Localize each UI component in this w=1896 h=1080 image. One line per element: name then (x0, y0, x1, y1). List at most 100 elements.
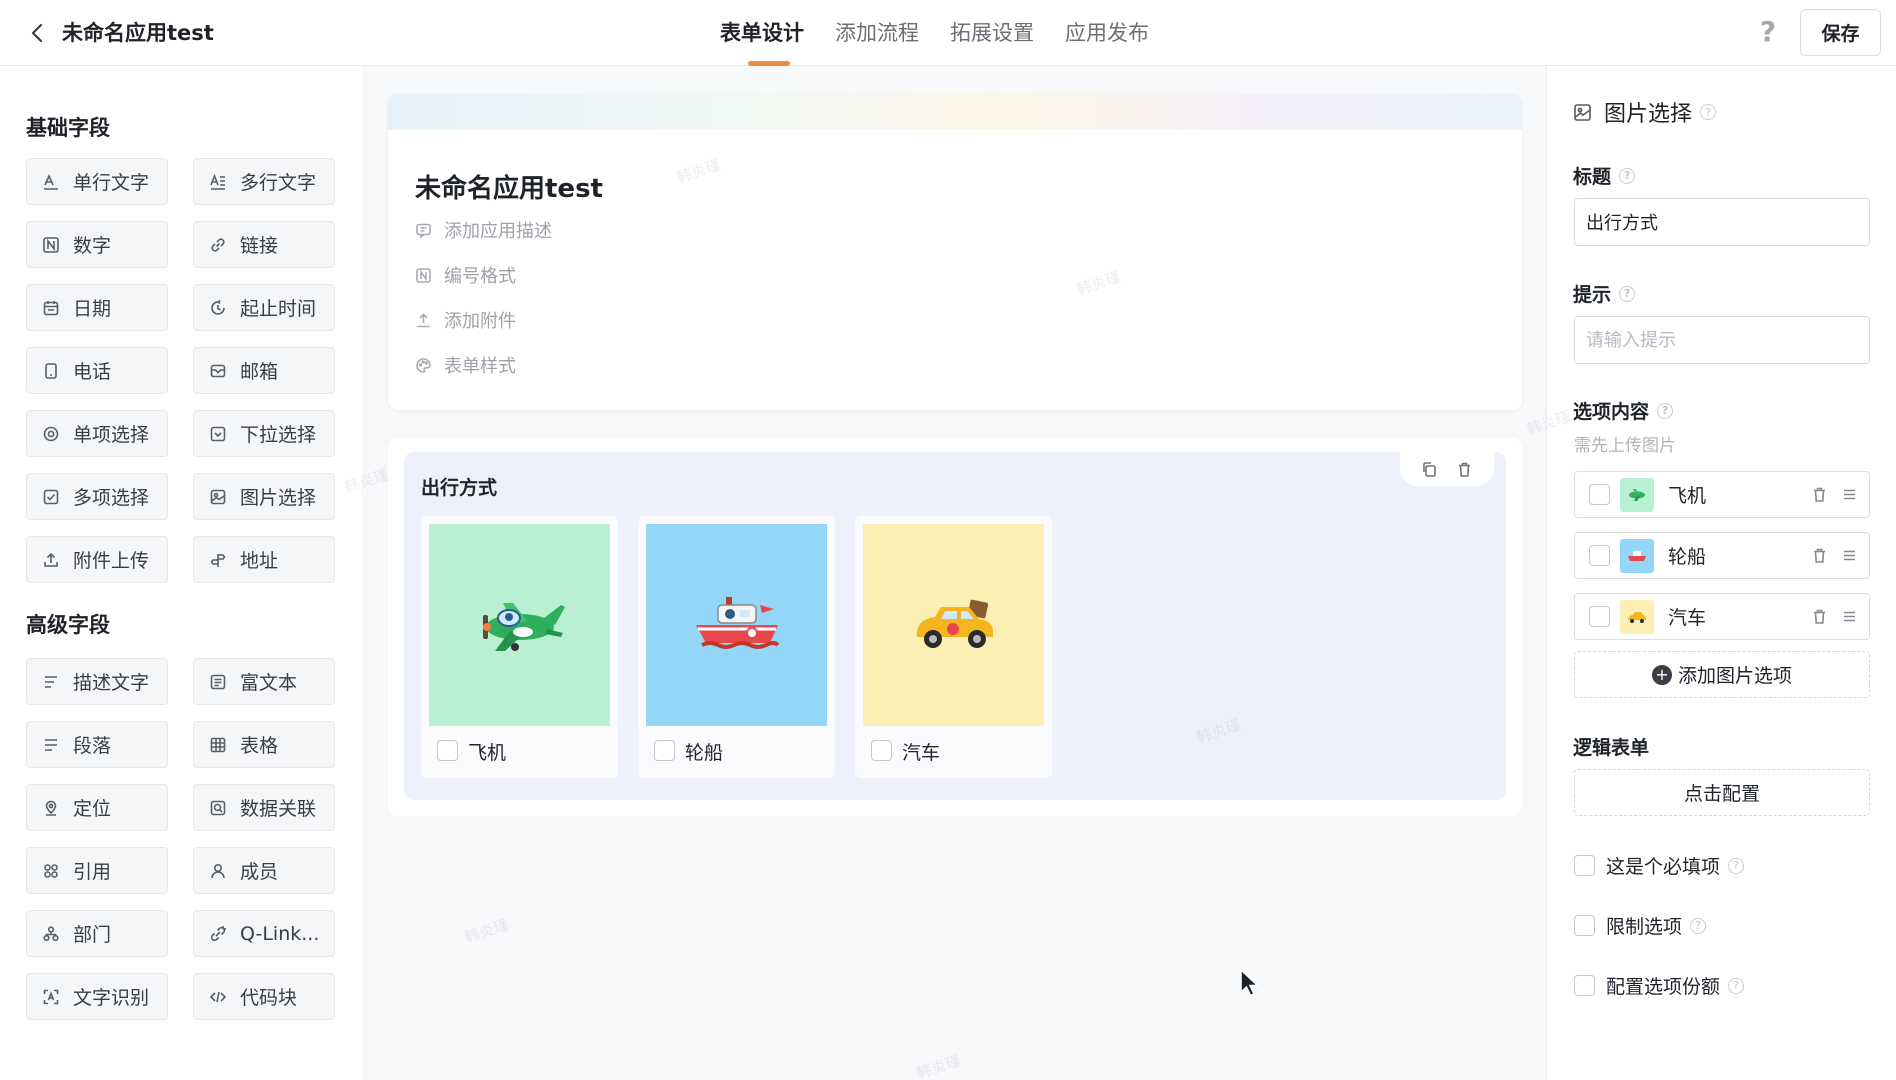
save-button[interactable]: 保存 (1800, 9, 1881, 56)
form-canvas: 未命名应用test 添加应用描述 编号格式 添加附件 表单样式 出行方式 飞机 … (362, 66, 1546, 1080)
field-image-choice[interactable]: 图片选择 (193, 473, 335, 520)
help-circle-icon[interactable]: ? (1619, 167, 1636, 184)
drag-handle-icon[interactable] (1839, 485, 1859, 505)
field-email[interactable]: 邮箱 (193, 347, 335, 394)
help-circle-icon[interactable]: ? (1728, 977, 1745, 994)
option-checkbox[interactable] (1589, 545, 1610, 566)
image-icon (209, 488, 227, 506)
field-label: 引用 (73, 861, 112, 883)
field-link[interactable]: 链接 (193, 221, 335, 268)
title-input[interactable] (1574, 198, 1870, 246)
option-quota-checkbox[interactable]: 配置选项份额 ? (1574, 972, 1745, 999)
field-single-choice[interactable]: 单项选择 (26, 410, 168, 457)
help-circle-icon[interactable]: ? (1690, 917, 1707, 934)
field-ocr[interactable]: 文字识别 (26, 973, 168, 1020)
field-department[interactable]: 部门 (26, 910, 168, 957)
option-checkbox[interactable] (871, 740, 892, 761)
field-attachment-upload[interactable]: 附件上传 (26, 536, 168, 583)
tab-app-publish[interactable]: 应用发布 (1065, 0, 1149, 66)
help-circle-icon[interactable]: ? (1700, 104, 1717, 120)
configure-logic-button[interactable]: 点击配置 (1574, 769, 1870, 816)
department-icon (42, 925, 60, 943)
field-member[interactable]: 成员 (193, 847, 335, 894)
field-label: 地址 (240, 550, 279, 572)
image-option-car[interactable]: 汽车 (855, 516, 1052, 778)
title-label: 标题 ? (1573, 162, 1636, 189)
field-dropdown[interactable]: 下拉选择 (193, 410, 335, 457)
number-format-action[interactable]: 编号格式 (415, 262, 516, 288)
address-icon (209, 551, 227, 569)
option-name: 轮船 (1668, 546, 1707, 568)
help-icon[interactable]: ? (1752, 16, 1784, 48)
location-icon (42, 799, 60, 817)
rich-text-icon (209, 673, 227, 691)
image-option-airplane[interactable]: 飞机 (421, 516, 618, 778)
option-checkbox[interactable] (437, 740, 458, 761)
option-row-car[interactable]: 汽车 (1574, 593, 1870, 640)
basic-fields-grid: 单行文字 多行文字 数字 链接 日期 起止时间 电话 邮箱 单项选择 下拉选择 … (26, 158, 335, 583)
field-address[interactable]: 地址 (193, 536, 335, 583)
field-table[interactable]: 表格 (193, 721, 335, 768)
image-choice-field-card[interactable]: 出行方式 飞机 轮船 汽车 (388, 438, 1522, 816)
properties-heading: 图片选择 ? (1573, 96, 1717, 128)
required-checkbox[interactable]: 这是个必填项 ? (1574, 852, 1745, 879)
field-time-range[interactable]: 起止时间 (193, 284, 335, 331)
delete-icon[interactable] (1454, 458, 1476, 480)
option-row-ship[interactable]: 轮船 (1574, 532, 1870, 579)
checkbox[interactable] (1574, 915, 1595, 936)
image-option-ship[interactable]: 轮船 (638, 516, 835, 778)
field-multi-line-text[interactable]: 多行文字 (193, 158, 335, 205)
tab-form-design[interactable]: 表单设计 (720, 0, 804, 66)
copy-icon[interactable] (1419, 458, 1441, 480)
form-header-card[interactable]: 未命名应用test 添加应用描述 编号格式 添加附件 表单样式 (388, 94, 1522, 410)
help-circle-icon[interactable]: ? (1728, 857, 1745, 874)
tab-add-flow[interactable]: 添加流程 (835, 0, 919, 66)
option-label: 飞机 (468, 742, 507, 764)
form-name[interactable]: 未命名应用test (415, 168, 603, 205)
hint-input[interactable] (1574, 316, 1870, 364)
field-label: 段落 (73, 735, 112, 757)
limit-options-checkbox[interactable]: 限制选项 ? (1574, 912, 1707, 939)
field-phone[interactable]: 电话 (26, 347, 168, 394)
properties-panel: 图片选择 ? 标题 ? 提示 ? 选项内容 ? 需先上传图片 飞机 轮船 (1546, 66, 1896, 1080)
option-checkbox[interactable] (654, 740, 675, 761)
add-image-option-button[interactable]: + 添加图片选项 (1574, 651, 1870, 698)
option-checkbox[interactable] (1589, 484, 1610, 505)
help-circle-icon[interactable]: ? (1619, 285, 1636, 302)
field-description-text[interactable]: 描述文字 (26, 658, 168, 705)
help-circle-icon[interactable]: ? (1657, 402, 1674, 419)
table-icon (209, 736, 227, 754)
checkbox[interactable] (1574, 975, 1595, 996)
checkbox[interactable] (1574, 855, 1595, 876)
back-button[interactable] (22, 18, 52, 48)
field-date[interactable]: 日期 (26, 284, 168, 331)
field-rich-text[interactable]: 富文本 (193, 658, 335, 705)
form-style-action[interactable]: 表单样式 (415, 352, 516, 378)
field-reference[interactable]: 引用 (26, 847, 168, 894)
field-label: 邮箱 (240, 361, 279, 383)
field-qlink[interactable]: Q-Link... (193, 910, 335, 957)
option-row-airplane[interactable]: 飞机 (1574, 471, 1870, 518)
field-label: 成员 (240, 861, 279, 883)
field-single-line-text[interactable]: 单行文字 (26, 158, 168, 205)
option-thumbnail (1620, 599, 1654, 634)
delete-icon[interactable] (1809, 546, 1829, 566)
delete-icon[interactable] (1809, 607, 1829, 627)
field-number[interactable]: 数字 (26, 221, 168, 268)
drag-handle-icon[interactable] (1839, 607, 1859, 627)
field-label: 文字识别 (73, 987, 150, 1009)
delete-icon[interactable] (1809, 485, 1829, 505)
field-location[interactable]: 定位 (26, 784, 168, 831)
field-paragraph[interactable]: 段落 (26, 721, 168, 768)
app-title: 未命名应用test (62, 21, 214, 45)
field-code-block[interactable]: 代码块 (193, 973, 335, 1020)
option-checkbox[interactable] (1589, 606, 1610, 627)
plus-icon: + (1651, 664, 1672, 685)
drag-handle-icon[interactable] (1839, 546, 1859, 566)
tab-extension-settings[interactable]: 拓展设置 (950, 0, 1034, 66)
field-data-link[interactable]: 数据关联 (193, 784, 335, 831)
field-multi-choice[interactable]: 多项选择 (26, 473, 168, 520)
add-attachment-action[interactable]: 添加附件 (415, 307, 516, 333)
add-description-action[interactable]: 添加应用描述 (415, 217, 552, 243)
option-label: 汽车 (902, 742, 941, 764)
